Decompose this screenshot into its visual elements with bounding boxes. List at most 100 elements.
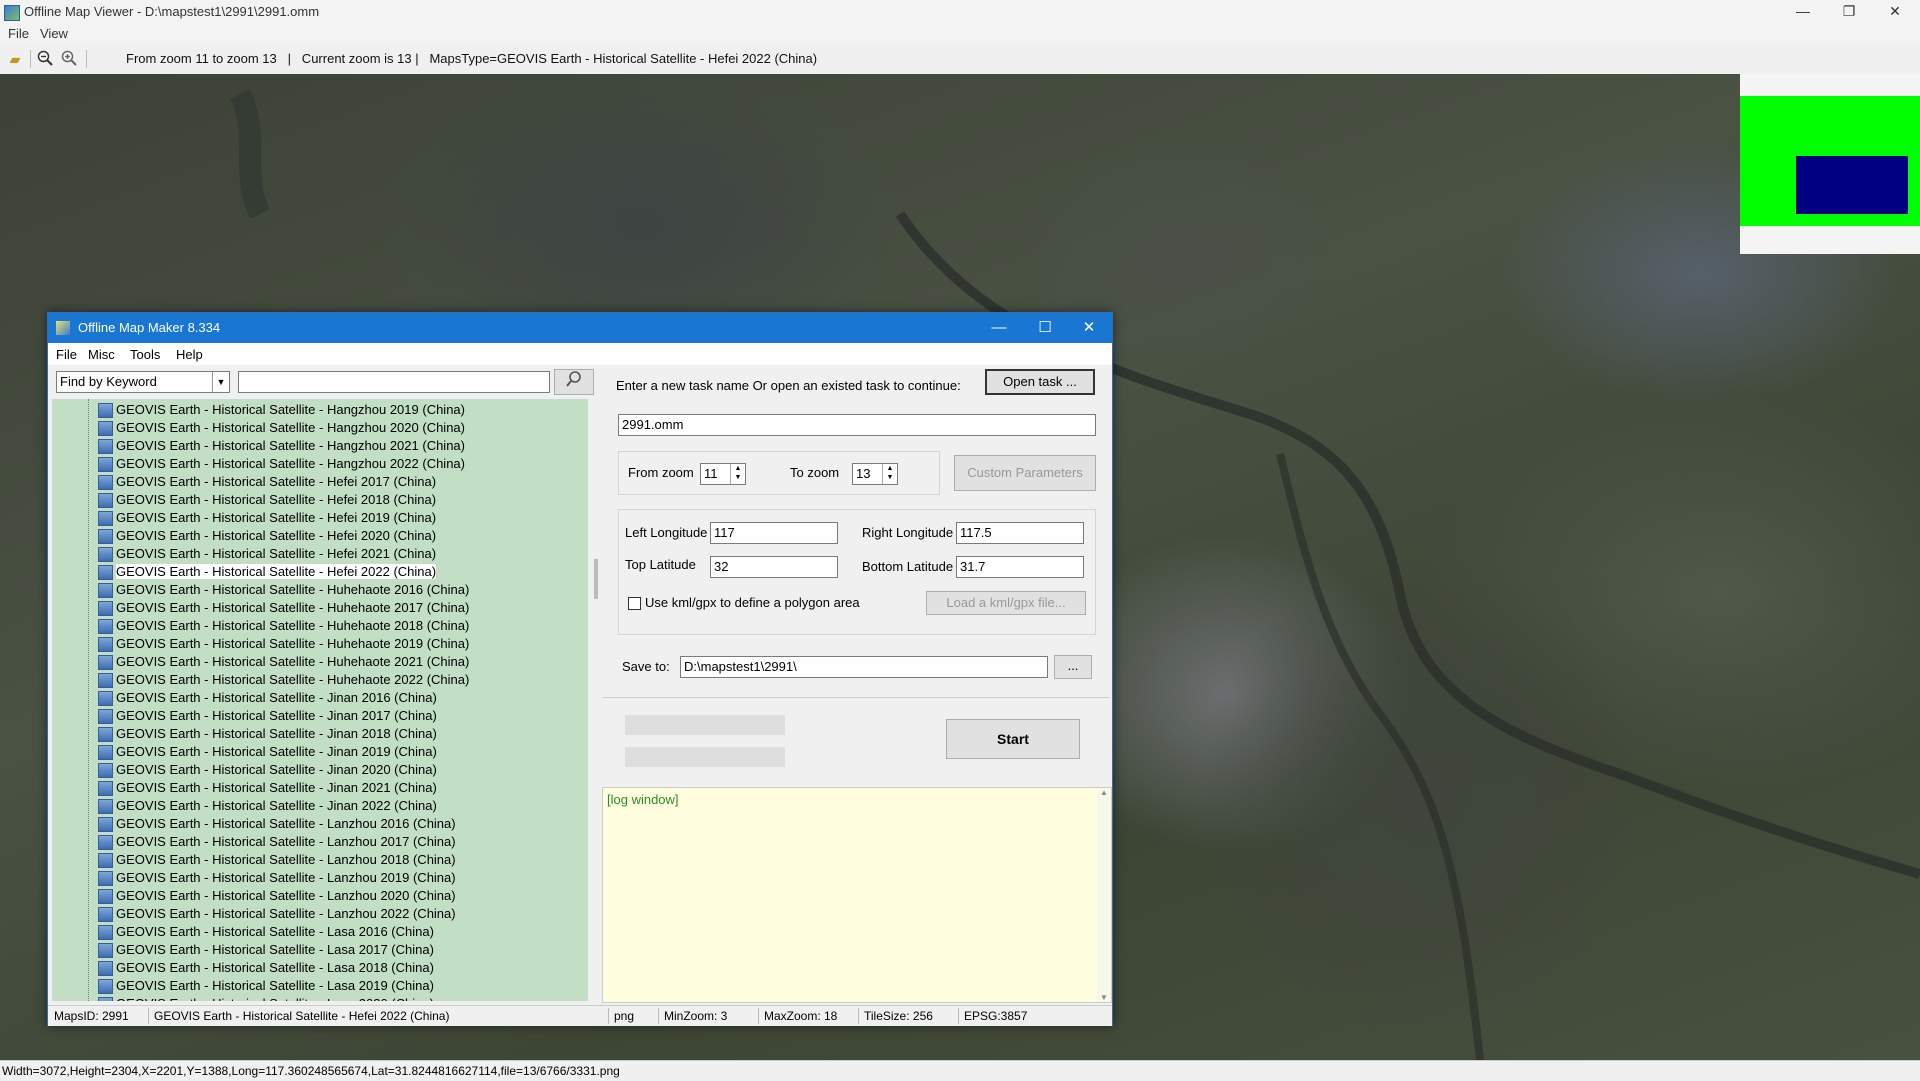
chevron-down-icon[interactable]: ▼ [212,372,229,392]
start-button[interactable]: Start [946,719,1080,759]
tree-item-label: GEOVIS Earth - Historical Satellite - La… [116,960,434,975]
find-mode-select[interactable]: Find by Keyword ▼ [56,371,230,393]
tree-item-label: GEOVIS Earth - Historical Satellite - La… [116,816,456,831]
dialog-titlebar: Offline Map Maker 8.334 — ☐ ✕ [48,313,1112,343]
minimize-button[interactable]: — [1780,0,1826,24]
tree-item-label: GEOVIS Earth - Historical Satellite - He… [116,492,437,507]
map-layer-icon [98,979,113,994]
load-kml-button[interactable]: Load a kml/gpx file... [926,591,1086,615]
left-longitude-field[interactable]: 117 [710,522,838,544]
bottom-latitude-label: Bottom Latitude [862,559,954,574]
status-max-zoom: MaxZoom: 18 [764,1009,838,1023]
status-separator [758,1008,759,1024]
spin-up-icon[interactable]: ▲ [883,464,897,473]
log-window[interactable]: [log window] ▲ ▼ [602,787,1112,1003]
minimap-viewport[interactable] [1796,156,1908,214]
map-layer-icon [98,403,113,418]
tree-item-label: GEOVIS Earth - Historical Satellite - He… [116,528,437,543]
close-button[interactable]: ✕ [1872,0,1918,24]
progress-bar-1 [625,715,785,735]
map-layer-icon [98,943,113,958]
tree-item-label: GEOVIS Earth - Historical Satellite - Hu… [116,600,470,615]
status-format: png [614,1009,635,1023]
dialog-maximize-button[interactable]: ☐ [1022,313,1068,343]
search-input[interactable] [238,371,550,393]
from-zoom-spin[interactable]: ▲ ▼ [730,464,745,484]
menu-view[interactable]: View [40,26,68,41]
status-text: Width=3072,Height=2304,X=2201,Y=1388,Lon… [2,1064,620,1078]
scroll-down-icon[interactable]: ▼ [1097,993,1111,1002]
left-longitude-label: Left Longitude [625,525,708,540]
status-separator [858,1008,859,1024]
toolbar-separator [86,50,87,68]
open-task-button[interactable]: Open task ... [985,369,1095,395]
window-titlebar: Offline Map Viewer - D:\mapstest1\2991\2… [0,0,1920,24]
toolbar: ▰ From zoom 11 to zoom 13 | Current zoom… [0,44,1920,75]
tree-item-label: GEOVIS Earth - Historical Satellite - La… [116,996,434,1001]
minimap[interactable] [1740,74,1920,254]
dialog-app-icon [56,321,70,335]
to-zoom-stepper[interactable]: 13 ▲ ▼ [852,463,898,485]
tree-item-label: GEOVIS Earth - Historical Satellite - Ji… [116,690,437,705]
tree-item-label: GEOVIS Earth - Historical Satellite - La… [116,942,434,957]
dialog-minimize-button[interactable]: — [976,313,1022,343]
top-latitude-label: Top Latitude [625,557,696,572]
scroll-up-icon[interactable]: ▲ [1097,788,1111,797]
kml-checkbox[interactable] [628,597,641,610]
save-path-field[interactable]: D:\mapstest1\2991\ [680,656,1048,678]
maximize-button[interactable]: ❐ [1826,0,1872,24]
tree-scrollbar-thumb[interactable] [594,559,598,599]
spin-down-icon[interactable]: ▼ [883,473,897,482]
zoom-info-text: From zoom 11 to zoom 13 | Current zoom i… [126,51,818,66]
spin-down-icon[interactable]: ▼ [731,473,745,482]
zoom-out-icon[interactable] [36,50,54,68]
menu-file[interactable]: File [8,26,29,41]
tree-scrollbar[interactable] [592,399,602,1001]
map-layer-icon [98,853,113,868]
map-layer-icon [98,583,113,598]
tree-item-label: GEOVIS Earth - Historical Satellite - He… [116,564,437,579]
tree-item-label: GEOVIS Earth - Historical Satellite - La… [116,924,434,939]
browse-button[interactable]: ... [1054,655,1092,679]
custom-parameters-button[interactable]: Custom Parameters [954,455,1096,491]
from-zoom-stepper[interactable]: 11 ▲ ▼ [700,463,746,485]
zoom-in-icon[interactable] [60,50,78,68]
task-name-field[interactable]: 2991.omm [618,414,1096,436]
tree-item-label: GEOVIS Earth - Historical Satellite - Hu… [116,654,470,669]
tree-guide-line [88,399,90,1001]
map-type-tree[interactable]: GEOVIS Earth - Historical Satellite - Ha… [52,399,588,1001]
map-layer-icon [98,475,113,490]
map-layer-icon [98,763,113,778]
map-layer-icon [98,691,113,706]
tree-item-label: GEOVIS Earth - Historical Satellite - Hu… [116,672,470,687]
save-to-label: Save to: [622,659,670,674]
tree-item-label: GEOVIS Earth - Historical Satellite - La… [116,834,456,849]
map-layer-icon [98,925,113,940]
map-layer-icon [98,511,113,526]
tree-item-label: GEOVIS Earth - Historical Satellite - Ha… [116,456,465,471]
right-longitude-field[interactable]: 117.5 [956,522,1084,544]
map-layer-icon [98,439,113,454]
left-longitude-value: 117 [714,525,735,540]
kml-checkbox-label: Use kml/gpx to define a polygon area [645,595,860,610]
dialog-menu-misc[interactable]: Misc [88,347,115,362]
log-scrollbar[interactable]: ▲ ▼ [1097,788,1111,1002]
dialog-menubar: File Misc Tools Help [48,343,1112,365]
dialog-statusbar: MapsID: 2991 GEOVIS Earth - Historical S… [48,1005,1112,1026]
to-zoom-spin[interactable]: ▲ ▼ [882,464,897,484]
dialog-menu-file[interactable]: File [56,347,77,362]
search-button[interactable] [554,369,594,395]
dialog-close-button[interactable]: ✕ [1066,313,1112,343]
dialog-menu-help[interactable]: Help [176,347,203,362]
map-layer-icon [98,817,113,832]
bottom-latitude-field[interactable]: 31.7 [956,556,1084,578]
spin-up-icon[interactable]: ▲ [731,464,745,473]
folder-open-icon[interactable]: ▰ [6,50,24,68]
from-zoom-label: From zoom [628,465,694,480]
top-latitude-field[interactable]: 32 [710,556,838,578]
map-layer-icon [98,799,113,814]
tree-item-label: GEOVIS Earth - Historical Satellite - Hu… [116,636,470,651]
dialog-menu-tools[interactable]: Tools [130,347,160,362]
window-title: Offline Map Viewer - D:\mapstest1\2991\2… [24,4,320,19]
tree-item-label: GEOVIS Earth - Historical Satellite - Ji… [116,708,437,723]
